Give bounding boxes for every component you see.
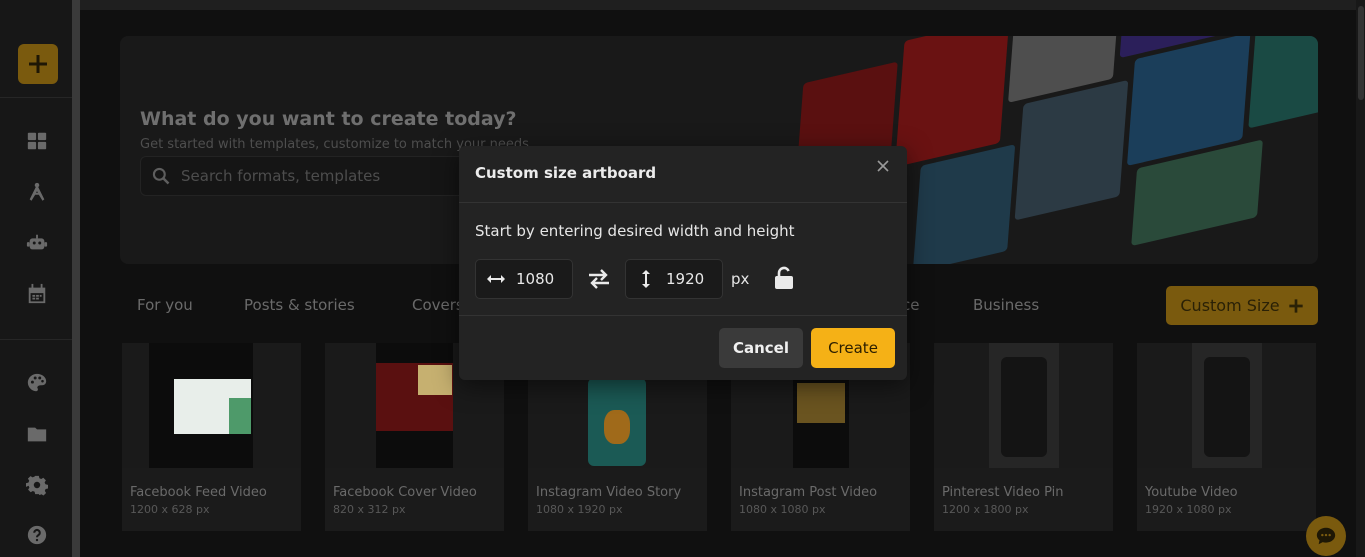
collage-tile — [1014, 79, 1129, 221]
card-footer: Youtube Video 1920 x 1080 px — [1137, 468, 1316, 531]
page-scrollbar[interactable] — [1356, 0, 1365, 557]
dialog-instruction: Start by entering desired width and heig… — [475, 222, 795, 240]
preview-image — [418, 365, 452, 395]
tab-covers[interactable]: Covers — [412, 296, 464, 314]
card-footer: Instagram Post Video 1080 x 1080 px — [731, 468, 910, 531]
card-title: Facebook Cover Video — [333, 485, 477, 500]
sidebar-edge — [72, 0, 80, 557]
unit-label: px — [731, 270, 750, 288]
unlock-icon[interactable] — [773, 266, 795, 290]
add-button[interactable] — [18, 44, 58, 84]
tab-posts-stories[interactable]: Posts & stories — [244, 296, 355, 314]
close-icon — [877, 160, 889, 172]
collage-tile — [894, 36, 1010, 168]
hero-search-box[interactable] — [140, 156, 480, 196]
card-size: 1080 x 1920 px — [536, 503, 623, 516]
card-title: Instagram Video Story — [536, 485, 682, 500]
card-footer: Facebook Feed Video 1200 x 628 px — [122, 468, 301, 531]
width-arrows-icon — [486, 269, 506, 289]
hero-title: What do you want to create today? — [140, 108, 517, 130]
card-title: Facebook Feed Video — [130, 485, 267, 500]
preview-image — [1001, 357, 1047, 457]
custom-size-button[interactable]: Custom Size — [1166, 286, 1318, 325]
card-preview — [376, 343, 453, 468]
calendar-icon[interactable] — [26, 283, 48, 305]
card-size: 1200 x 628 px — [130, 503, 210, 516]
tab-for-you[interactable]: For you — [137, 296, 193, 314]
plus-icon — [29, 55, 47, 73]
custom-size-dialog: Custom size artboard Start by entering d… — [459, 146, 907, 380]
card-title: Instagram Post Video — [739, 485, 878, 500]
chat-button[interactable] — [1306, 516, 1346, 556]
preview-image — [1204, 357, 1250, 457]
preview-image — [797, 383, 845, 423]
help-icon[interactable] — [26, 524, 48, 546]
card-size: 1080 x 1080 px — [739, 503, 826, 516]
card-size: 820 x 312 px — [333, 503, 406, 516]
card-thumbnail — [934, 343, 1113, 468]
card-thumbnail — [1137, 343, 1316, 468]
dialog-divider — [459, 202, 907, 203]
palette-icon[interactable] — [26, 372, 48, 394]
robot-icon[interactable] — [26, 232, 48, 254]
folder-icon[interactable] — [26, 423, 48, 445]
card-thumbnail — [122, 343, 301, 468]
preview-image — [229, 398, 251, 434]
chat-icon — [1316, 527, 1336, 545]
close-button[interactable] — [875, 158, 891, 174]
plus-icon — [1288, 298, 1303, 313]
width-field[interactable] — [475, 259, 573, 299]
height-input[interactable] — [666, 270, 722, 288]
card-size: 1920 x 1080 px — [1145, 503, 1232, 516]
app-root: What do you want to create today? Get st… — [0, 0, 1365, 557]
height-arrows-icon — [636, 269, 656, 289]
tab-business[interactable]: Business — [973, 296, 1039, 314]
cancel-button[interactable]: Cancel — [719, 328, 803, 368]
card-title: Youtube Video — [1145, 485, 1238, 500]
dialog-divider — [459, 315, 907, 316]
width-input[interactable] — [516, 270, 572, 288]
height-field[interactable] — [625, 259, 723, 299]
create-button[interactable]: Create — [811, 328, 895, 368]
sidebar-divider — [0, 339, 72, 340]
gear-icon[interactable] — [26, 474, 48, 496]
collage-tile — [912, 144, 1016, 264]
search-icon — [152, 167, 170, 185]
card-footer: Pinterest Video Pin 1200 x 1800 px — [934, 468, 1113, 531]
card-footer: Instagram Video Story 1080 x 1920 px — [528, 468, 707, 531]
sidebar — [0, 0, 72, 557]
dialog-title: Custom size artboard — [475, 164, 657, 182]
collage-tile — [1248, 36, 1318, 129]
card-preview — [1192, 343, 1262, 468]
swap-icon[interactable] — [587, 268, 611, 290]
card-title: Pinterest Video Pin — [942, 485, 1064, 500]
top-bar — [80, 0, 1365, 10]
card-preview — [588, 378, 646, 466]
preview-image — [604, 410, 630, 444]
card-size: 1200 x 1800 px — [942, 503, 1029, 516]
dashboard-icon[interactable] — [26, 130, 48, 152]
sidebar-divider — [0, 97, 72, 98]
scrollbar-thumb[interactable] — [1358, 6, 1364, 100]
card-preview — [989, 343, 1059, 468]
card-footer: Facebook Cover Video 820 x 312 px — [325, 468, 504, 531]
design-tools-icon[interactable] — [26, 181, 48, 203]
custom-size-label: Custom Size — [1180, 296, 1280, 315]
template-card[interactable]: Facebook Feed Video 1200 x 628 px — [122, 343, 301, 531]
template-card[interactable]: Pinterest Video Pin 1200 x 1800 px — [934, 343, 1113, 531]
search-input[interactable] — [181, 167, 461, 185]
template-card[interactable]: Youtube Video 1920 x 1080 px — [1137, 343, 1316, 531]
card-preview — [149, 343, 253, 468]
